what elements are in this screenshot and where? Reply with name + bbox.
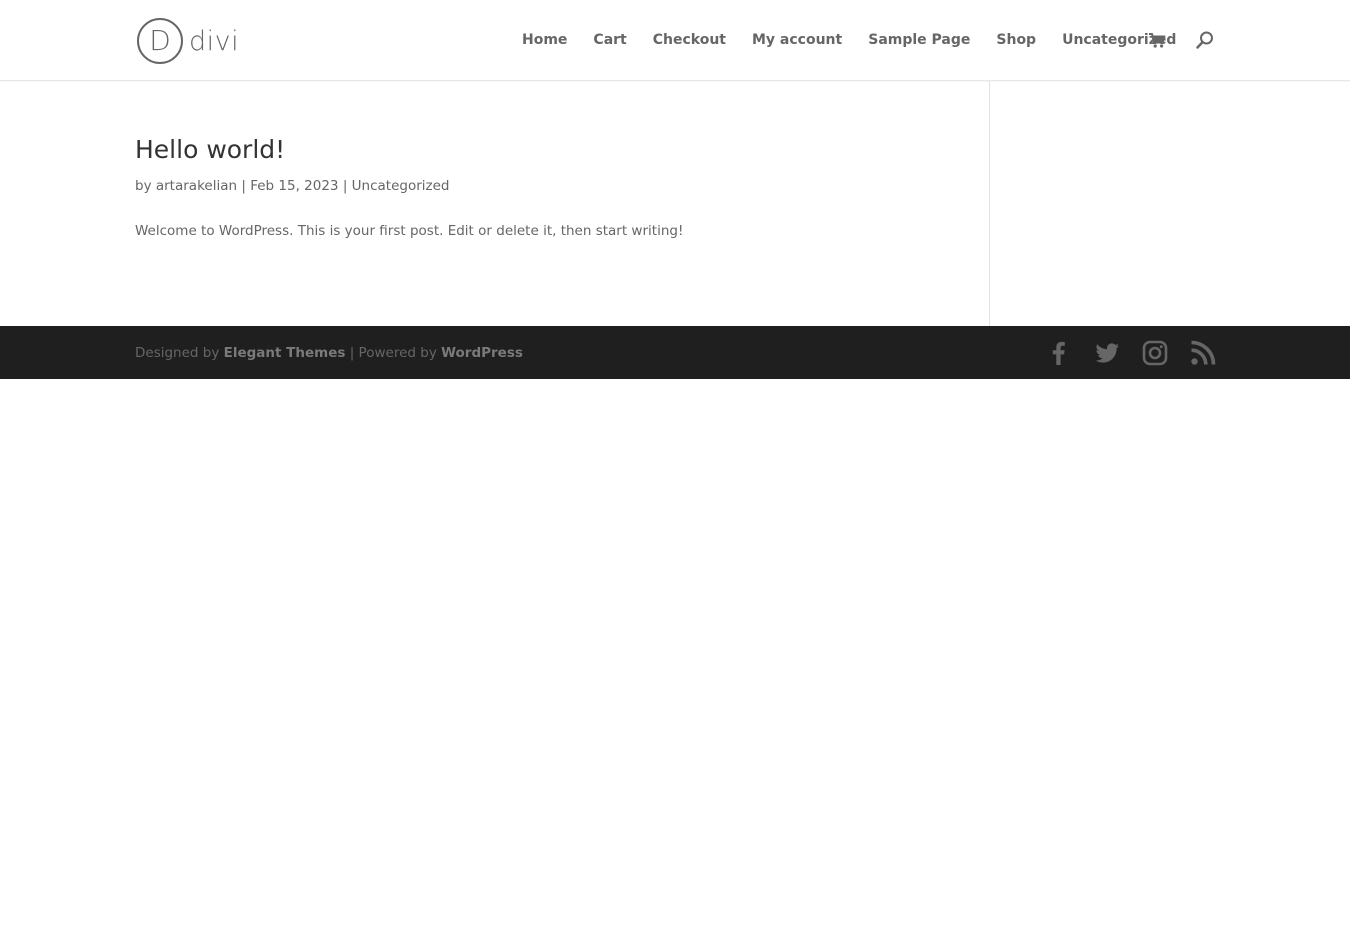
site-logo[interactable]: D divi	[137, 17, 239, 65]
nav-item-shop[interactable]: Shop	[996, 31, 1036, 49]
footer-theme-link[interactable]: Elegant Themes	[224, 345, 346, 361]
post-meta-separator: |	[241, 178, 246, 194]
main-content: Hello world! by artarakelian | Feb 15, 2…	[0, 81, 1350, 326]
footer-wordpress-link[interactable]: WordPress	[441, 345, 523, 361]
search-icon[interactable]	[1196, 31, 1214, 49]
nav-item-my-account[interactable]: My account	[752, 31, 842, 49]
instagram-icon[interactable]	[1142, 340, 1168, 366]
site-header: D divi Home Cart Checkout My account Sam…	[0, 0, 1350, 81]
cart-icon[interactable]	[1148, 31, 1166, 49]
footer-designed-by: Designed by	[135, 345, 220, 361]
post-author-link[interactable]: artarakelian	[156, 178, 237, 194]
post-date: Feb 15, 2023	[250, 178, 339, 194]
post-excerpt: Welcome to WordPress. This is your first…	[135, 223, 684, 239]
sidebar-divider	[989, 81, 990, 326]
nav-item-cart[interactable]: Cart	[593, 31, 626, 49]
post-category-link[interactable]: Uncategorized	[352, 178, 450, 194]
nav-item-home[interactable]: Home	[522, 31, 567, 49]
rss-icon[interactable]	[1190, 340, 1216, 366]
main-navigation: Home Cart Checkout My account Sample Pag…	[522, 31, 1202, 49]
post-meta: by artarakelian | Feb 15, 2023 | Uncateg…	[135, 176, 450, 196]
twitter-icon[interactable]	[1094, 340, 1120, 366]
logo-mark: D	[137, 18, 183, 64]
logo-text: divi	[189, 25, 240, 57]
footer-credits: Designed by Elegant Themes | Powered by …	[135, 343, 523, 363]
nav-item-sample-page[interactable]: Sample Page	[868, 31, 970, 49]
footer-powered-by: | Powered by	[349, 345, 437, 361]
nav-item-checkout[interactable]: Checkout	[653, 31, 726, 49]
post-title[interactable]: Hello world!	[135, 132, 285, 168]
post-meta-by: by	[135, 178, 152, 194]
facebook-icon[interactable]	[1046, 340, 1072, 366]
post-meta-separator: |	[342, 178, 348, 194]
site-footer: Designed by Elegant Themes | Powered by …	[0, 326, 1350, 379]
